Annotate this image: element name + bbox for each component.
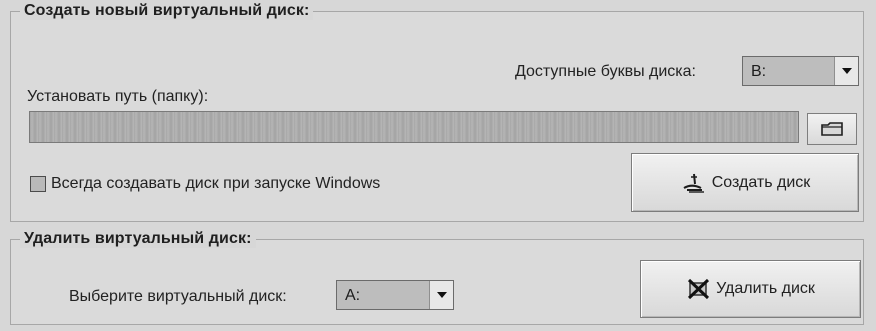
drive-letter-value: B: [751, 63, 767, 80]
browse-folder-button[interactable] [807, 113, 857, 145]
startup-checkbox[interactable] [30, 176, 46, 192]
create-disk-button-content: Создать диск [632, 154, 858, 211]
path-input[interactable] [29, 111, 799, 143]
drive-letter-dropdown-button[interactable] [834, 57, 858, 85]
virtual-disk-value: A: [345, 287, 361, 304]
virtual-disk-select[interactable]: A: [336, 280, 454, 310]
delete-section: Удалить виртуальный диск: Выберите вирту… [10, 230, 864, 325]
startup-checkbox-label: Всегда создавать диск при запуске Window… [51, 175, 381, 192]
drive-letters-label: Доступные буквы диска: [515, 63, 696, 80]
select-drive-label: Выберите виртуальный диск: [69, 288, 287, 305]
folder-icon [821, 122, 843, 136]
create-disk-button[interactable]: Создать диск [631, 153, 859, 212]
chevron-down-icon [842, 68, 852, 74]
create-disk-icon [683, 173, 704, 193]
create-disk-button-label: Создать диск [711, 173, 811, 191]
chevron-down-icon [437, 292, 447, 298]
path-label: Установать путь (папку): [27, 88, 209, 105]
virtual-disk-panel: Создать новый виртуальный диск: Доступны… [0, 0, 876, 331]
virtual-disk-dropdown-button[interactable] [429, 281, 453, 309]
drive-letter-select[interactable]: B: [742, 56, 859, 86]
create-section: Создать новый виртуальный диск: Доступны… [10, 2, 864, 222]
delete-section-title: Удалить виртуальный диск: [20, 230, 256, 248]
delete-disk-button[interactable]: Удалить диск [640, 260, 861, 318]
delete-disk-button-label: Удалить диск [716, 280, 815, 297]
delete-disk-icon [688, 278, 710, 300]
delete-disk-button-content: Удалить диск [641, 261, 860, 317]
create-section-title: Создать новый виртуальный диск: [20, 2, 314, 20]
